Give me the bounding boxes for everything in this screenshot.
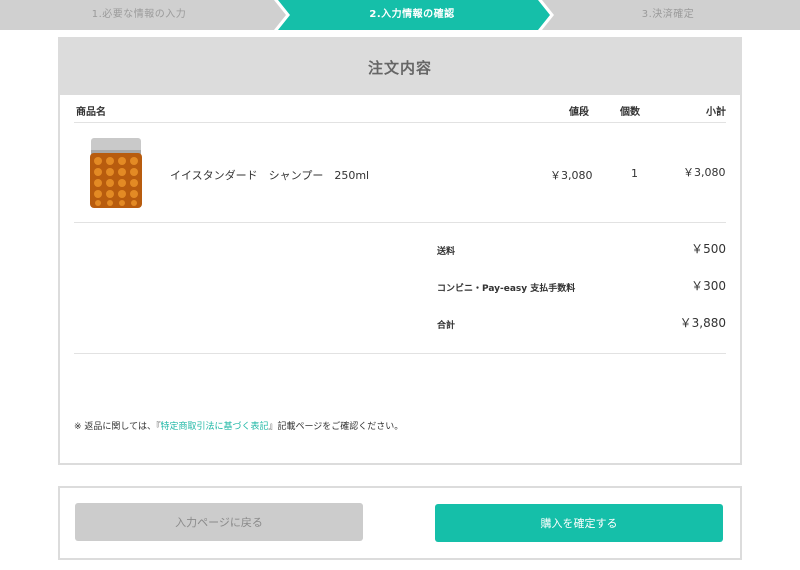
checkout-progress: 1.必要な情報の入力 2.入力情報の確認 3.決済確定 — [0, 0, 800, 30]
note-suffix: 』記載ページをご確認ください。 — [268, 422, 404, 432]
back-to-input-button[interactable]: 入力ページに戻る — [75, 503, 363, 541]
product-subtotal: ￥3,080 — [683, 166, 726, 179]
payment-fee-row: コンビニ・Pay-easy 支払手数料 ￥300 — [437, 277, 726, 297]
order-summary-panel: 注文内容 商品名 値段 個数 小計 イイスタンダード シャンプー 250ml ￥… — [58, 37, 742, 465]
payment-fee-label: コンビニ・Pay-easy 支払手数料 — [437, 284, 576, 294]
step-3-label: 3.決済確定 — [641, 9, 695, 20]
step-1-label: 1.必要な情報の入力 — [91, 9, 187, 20]
note-prefix: ※ 返品に関しては、『 — [74, 422, 161, 432]
payment-fee-value: ￥300 — [691, 279, 726, 293]
table-row: イイスタンダード シャンプー 250ml ￥3,080 1 ￥3,080 — [74, 123, 726, 223]
total-value: ￥3,880 — [679, 316, 726, 330]
product-image — [88, 137, 144, 209]
shipping-row: 送料 ￥500 — [437, 240, 726, 260]
confirm-purchase-button[interactable]: 購入を確定する — [435, 504, 723, 542]
product-quantity: 1 — [631, 167, 638, 180]
column-subtotal: 小計 — [706, 107, 726, 118]
order-table-header: 商品名 値段 個数 小計 — [74, 101, 726, 123]
action-panel: 入力ページに戻る 購入を確定する — [58, 486, 742, 560]
shipping-value: ￥500 — [691, 242, 726, 256]
product-price: ￥3,080 — [550, 169, 593, 182]
column-product: 商品名 — [76, 107, 106, 118]
cost-summary: 送料 ￥500 コンビニ・Pay-easy 支払手数料 ￥300 合計 ￥3,8… — [74, 224, 726, 354]
return-policy-note: ※ 返品に関しては、『特定商取引法に基づく表記』記載ページをご確認ください。 — [74, 419, 403, 432]
total-label: 合計 — [437, 321, 456, 331]
column-price: 値段 — [569, 107, 589, 118]
step-2-label: 2.入力情報の確認 — [369, 9, 455, 20]
column-quantity: 個数 — [620, 107, 640, 118]
legal-notice-link[interactable]: 特定商取引法に基づく表記 — [160, 422, 268, 432]
shipping-label: 送料 — [437, 247, 456, 257]
order-title: 注文内容 — [60, 39, 740, 95]
total-row: 合計 ￥3,880 — [437, 314, 726, 334]
shampoo-bottle-icon — [90, 138, 142, 208]
product-name: イイスタンダード シャンプー 250ml — [170, 169, 370, 182]
